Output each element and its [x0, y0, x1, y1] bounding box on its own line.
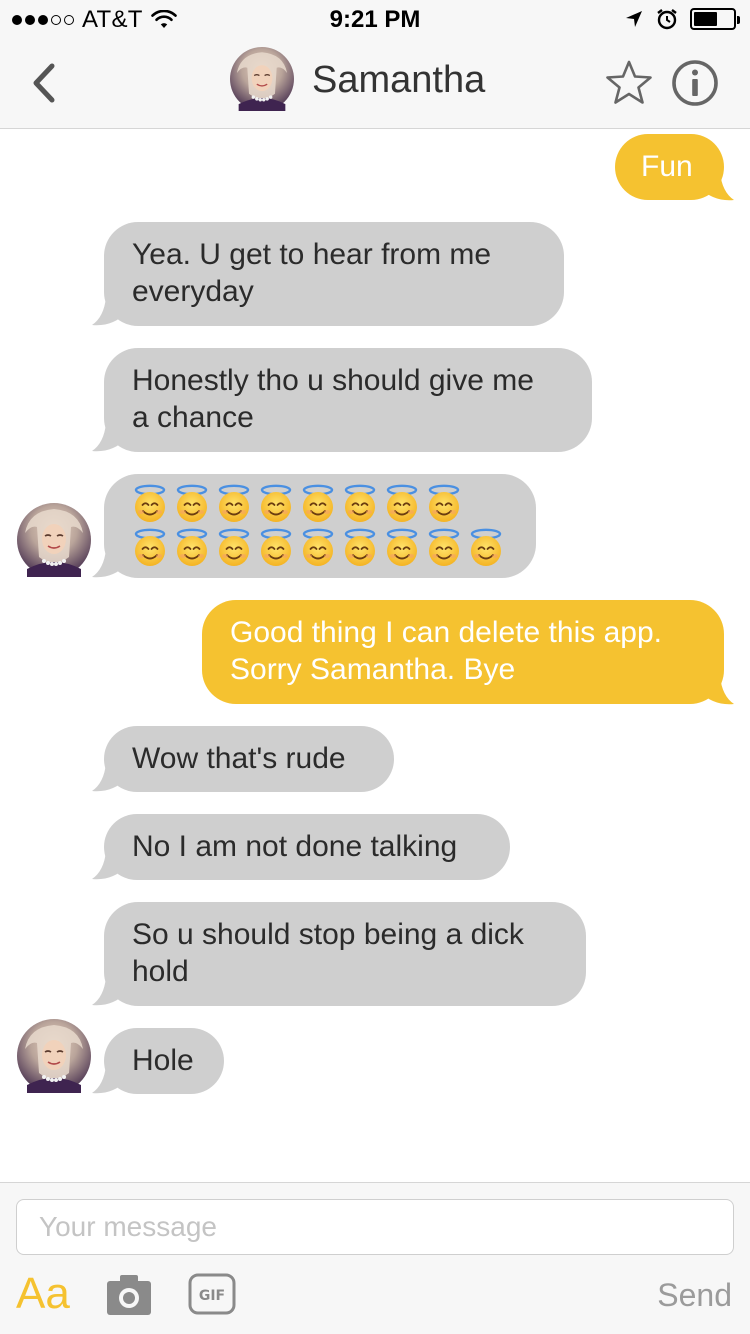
- smiling-face-with-halo-icon: [342, 528, 378, 568]
- smiling-face-with-halo-icon: [216, 484, 252, 524]
- star-outline-icon[interactable]: [604, 58, 654, 108]
- emoji-row: [132, 484, 508, 524]
- chevron-left-icon[interactable]: [26, 60, 66, 106]
- message-line: everyday: [132, 275, 254, 308]
- alarm-clock-icon: [657, 9, 677, 30]
- message-composer: Aa GIF Send: [0, 1182, 750, 1334]
- sender-avatar[interactable]: [17, 1019, 91, 1093]
- smiling-face-with-halo-icon: [258, 484, 294, 524]
- bubble-tail: [700, 172, 734, 201]
- status-bar: AT&T 9:21 PM: [0, 0, 750, 40]
- emoji-row: [132, 528, 508, 568]
- message-line: Honestly tho u should give me: [132, 364, 534, 397]
- sender-avatar[interactable]: [17, 503, 91, 577]
- outgoing-message[interactable]: Good thing I can delete this app. Sorry …: [202, 600, 724, 704]
- message-line: Yea. U get to hear from me: [132, 238, 492, 271]
- smiling-face-with-halo-icon: [132, 528, 168, 568]
- incoming-message[interactable]: Wow that's rude: [104, 726, 394, 792]
- contact-avatar[interactable]: [230, 47, 294, 111]
- bubble-tail: [92, 297, 126, 326]
- camera-icon[interactable]: [106, 1273, 152, 1317]
- message-line: So u should stop being a dick: [132, 918, 524, 951]
- send-button[interactable]: Send: [657, 1277, 732, 1314]
- smiling-face-with-halo-icon: [216, 528, 252, 568]
- smiling-face-with-halo-icon: [132, 484, 168, 524]
- smiling-face-with-halo-icon: [426, 484, 462, 524]
- gif-button[interactable]: GIF: [188, 1273, 236, 1315]
- bubble-tail: [92, 423, 126, 452]
- message-text: Fun: [641, 150, 693, 183]
- incoming-message[interactable]: Honestly tho u should give me a chance: [104, 348, 592, 452]
- message-line: a chance: [132, 401, 254, 434]
- message-text: No I am not done talking: [132, 830, 458, 863]
- smiling-face-with-halo-icon: [174, 484, 210, 524]
- smiling-face-with-halo-icon: [384, 528, 420, 568]
- info-circle-icon[interactable]: [670, 58, 720, 108]
- bubble-tail: [92, 851, 126, 880]
- bubble-tail: [700, 676, 734, 705]
- incoming-message[interactable]: So u should stop being a dick hold: [104, 902, 586, 1006]
- gif-label: GIF: [199, 1288, 225, 1304]
- smiling-face-with-halo-icon: [342, 484, 378, 524]
- smiling-face-with-halo-icon: [300, 484, 336, 524]
- bubble-tail: [92, 763, 126, 792]
- battery-icon: [690, 8, 740, 30]
- chat-header: Samantha: [0, 40, 750, 129]
- message-line: Good thing I can delete this app.: [230, 616, 662, 649]
- text-format-button[interactable]: Aa: [16, 1269, 70, 1319]
- gif-icon: GIF: [188, 1273, 236, 1315]
- smiling-face-with-halo-icon: [174, 528, 210, 568]
- smiling-face-with-halo-icon: [468, 528, 504, 568]
- status-icons: [624, 8, 740, 30]
- smiling-face-with-halo-icon: [384, 484, 420, 524]
- contact-name[interactable]: Samantha: [312, 59, 485, 102]
- message-line: hold: [132, 955, 189, 988]
- bubble-tail: [92, 549, 126, 578]
- location-arrow-icon: [626, 11, 642, 27]
- incoming-emoji-message[interactable]: [104, 474, 536, 578]
- message-line: Sorry Samantha. Bye: [230, 653, 516, 686]
- incoming-message[interactable]: No I am not done talking: [104, 814, 510, 880]
- incoming-message[interactable]: Yea. U get to hear from me everyday: [104, 222, 564, 326]
- smiling-face-with-halo-icon: [300, 528, 336, 568]
- message-text: Wow that's rude: [132, 742, 346, 775]
- message-input[interactable]: [16, 1199, 734, 1255]
- smiling-face-with-halo-icon: [426, 528, 462, 568]
- bubble-tail: [92, 1065, 126, 1094]
- smiling-face-with-halo-icon: [258, 528, 294, 568]
- bubble-tail: [92, 977, 126, 1006]
- message-text: Hole: [132, 1044, 194, 1077]
